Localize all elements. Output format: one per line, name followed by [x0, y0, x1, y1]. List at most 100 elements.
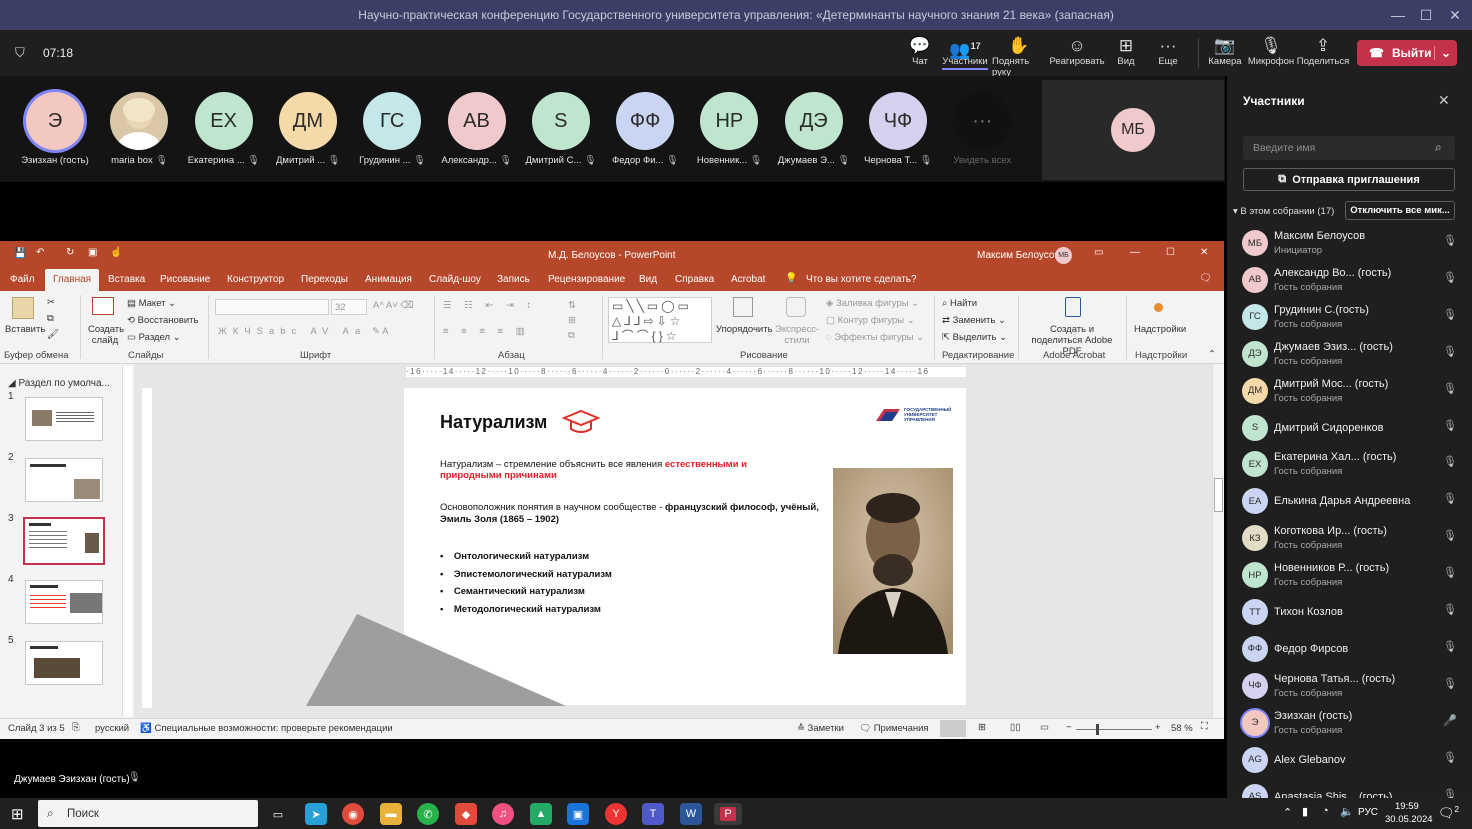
volume-icon[interactable]: 🔈	[1340, 805, 1354, 818]
tab-11[interactable]: Справка	[675, 274, 714, 285]
participant-tile[interactable]: ДМ Дмитрий ... 🎙	[265, 92, 351, 172]
slideshow-view-button[interactable]: ▭	[1040, 722, 1049, 733]
chat-button[interactable]: 💬 Чат	[895, 36, 945, 67]
raise-hand-button[interactable]: ✋ Поднять руку	[992, 36, 1046, 78]
mic-off-icon[interactable]: 🎙	[1443, 419, 1457, 432]
list-item[interactable]: Э Эзизхан (гость) Гость собрания 🎤	[1227, 706, 1472, 743]
share-button[interactable]: ⇪ Поделиться	[1297, 36, 1349, 67]
mic-off-icon[interactable]: 🎙	[1443, 640, 1457, 653]
copy-icon[interactable]: ⧉	[47, 313, 54, 324]
ppt-maximize-button[interactable]: ☐	[1166, 247, 1175, 258]
touch-icon[interactable]: ☝	[110, 247, 122, 258]
font-grow-icon[interactable]: A^ A˅ ⌫	[373, 300, 414, 311]
list-item[interactable]: АВ Александр Во... (гость) Гость собрания 🎙	[1227, 263, 1472, 300]
list-item[interactable]: НР Новенников Р... (гость) Гость собрания 🎙	[1227, 558, 1472, 595]
vertical-scrollbar[interactable]	[1212, 364, 1224, 718]
tell-me-search[interactable]: Что вы хотите сделать?	[806, 274, 917, 285]
shape-effects-button[interactable]: ◌ Эффекты фигуры ⌄	[826, 332, 924, 343]
participant-tile[interactable]: ЧФ Чернова Т... 🎙	[855, 92, 941, 172]
list-item[interactable]: ФФ Федор Фирсов 🎙	[1227, 632, 1472, 669]
list-item[interactable]: МБ Максим Белоусов Инициатор 🎙	[1227, 226, 1472, 263]
ppt-close-button[interactable]: ✕	[1200, 247, 1208, 258]
redo-icon[interactable]: ↻	[66, 247, 74, 258]
mute-all-button[interactable]: Отключить все мик...	[1345, 201, 1455, 220]
slideshow-icon[interactable]: ▣	[88, 247, 97, 258]
slide-thumbnail[interactable]	[25, 580, 103, 624]
clock-time[interactable]: 19:59	[1395, 801, 1419, 812]
participants-button[interactable]: 👥17 Участники	[940, 36, 990, 70]
slide-sorter-button[interactable]: ⊞	[978, 722, 986, 733]
text-direction-icon[interactable]: ⇅	[568, 300, 576, 311]
list-buttons[interactable]: ☰ ☷ ⇤ ⇥ ↕	[443, 300, 536, 311]
participant-tile[interactable]: ДЭ Джумаев Э... 🎙	[771, 92, 857, 172]
telegram-icon[interactable]: ➤	[305, 803, 327, 825]
mic-off-icon[interactable]: 🎙	[1443, 271, 1457, 284]
select-button[interactable]: ⇱ Выделить ⌄	[942, 332, 1007, 343]
find-button[interactable]: ⌕ Найти	[942, 298, 977, 309]
participant-tile[interactable]: S Дмитрий С... 🎙	[518, 92, 604, 172]
list-item[interactable]: AS Anastasia Shis... (гость) 🎙	[1227, 780, 1472, 799]
mic-off-icon[interactable]: 🎙	[1443, 788, 1457, 799]
mic-on-icon[interactable]: 🎤	[1443, 714, 1457, 727]
microphone-button[interactable]: 🎙 Микрофон	[1246, 36, 1296, 67]
list-item[interactable]: ДЭ Джумаев Эзиз... (гость) Гость собрания 🎙	[1227, 337, 1472, 374]
participant-tile[interactable]: АВ Александр... 🎙	[434, 92, 520, 172]
search-input[interactable]: Введите имя ⌕	[1243, 136, 1455, 160]
zoom-slider[interactable]	[1076, 729, 1152, 730]
fit-slide-icon[interactable]: ⛶	[1201, 721, 1208, 732]
font-format-buttons[interactable]: ЖКЧSabc AV Aa	[218, 326, 366, 337]
tab-7[interactable]: Слайд-шоу	[429, 274, 481, 285]
taskbar-search-box[interactable]: ⌕ Поиск	[38, 800, 258, 827]
tab-6[interactable]: Анимация	[365, 274, 412, 285]
whatsapp-icon[interactable]: ✆	[417, 803, 439, 825]
list-item[interactable]: ЕХ Екатерина Хал... (гость) Гость собрания…	[1227, 447, 1472, 484]
teams-icon[interactable]: T	[642, 803, 664, 825]
zoom-out-button[interactable]: −	[1066, 722, 1072, 733]
mic-off-icon[interactable]: 🎙	[1443, 308, 1457, 321]
close-window-button[interactable]: ✕	[1438, 0, 1472, 30]
anydesk-icon[interactable]: ◆	[455, 803, 477, 825]
format-painter-icon[interactable]: 🖌	[47, 329, 59, 340]
quick-styles-button[interactable]: Экспресс-стили	[775, 324, 819, 346]
new-slide-button[interactable]: Создать слайд	[88, 324, 124, 346]
tab-2[interactable]: Вставка	[108, 274, 145, 285]
camera-button[interactable]: 📷 Камера	[1200, 36, 1250, 67]
tab-12[interactable]: Acrobat	[731, 274, 765, 285]
store-icon[interactable]: ▣	[567, 803, 589, 825]
mic-off-icon[interactable]: 🎙	[1443, 345, 1457, 358]
thumbnails-scrollbar[interactable]	[122, 366, 132, 716]
zoom-in-button[interactable]: +	[1155, 722, 1161, 733]
in-meeting-section[interactable]: ▾ В этом собрании (17)	[1233, 206, 1334, 217]
collapse-ribbon-icon[interactable]: ⌃	[1208, 349, 1216, 360]
mic-off-icon[interactable]: 🎙	[1443, 603, 1457, 616]
notes-button[interactable]: ≙ Заметки	[797, 723, 844, 734]
slide-thumbnail[interactable]	[25, 458, 103, 502]
close-panel-icon[interactable]: ✕	[1438, 92, 1450, 109]
mic-off-icon[interactable]: 🎙	[1443, 751, 1457, 764]
align-buttons[interactable]: ≡ ≡ ≡ ≡ ▥	[443, 326, 530, 337]
undo-icon[interactable]: ↶	[36, 247, 44, 258]
align-text-icon[interactable]: ⊞	[568, 315, 576, 326]
chrome-icon[interactable]: ◉	[342, 803, 364, 825]
ppt-minimize-button[interactable]: —	[1130, 247, 1140, 258]
chevron-down-icon[interactable]: ⌄	[1433, 46, 1457, 60]
paste-button[interactable]: Вставить	[5, 324, 45, 335]
presenter-tile[interactable]: МБ	[1042, 80, 1224, 180]
arrange-button[interactable]: Упорядочить	[716, 324, 773, 335]
participant-tile[interactable]: ЕХ Екатерина ... 🎙	[181, 92, 267, 172]
more-button[interactable]: ··· Еще	[1143, 36, 1193, 67]
react-button[interactable]: ☺ Реагировать	[1049, 36, 1104, 67]
clock-date[interactable]: 30.05.2024	[1385, 814, 1433, 825]
tab-3[interactable]: Рисование	[160, 274, 210, 285]
see-all-button[interactable]: ··· Увидеть всех	[939, 92, 1025, 172]
mic-off-icon[interactable]: 🎙	[1443, 455, 1457, 468]
layout-button[interactable]: ▤ Макет ⌄	[127, 298, 176, 309]
mic-off-icon[interactable]: 🎙	[1443, 492, 1457, 505]
spellcheck-icon[interactable]: ⎘	[72, 722, 80, 733]
font-size-input[interactable]: 32	[331, 299, 367, 315]
replace-button[interactable]: ⇄ Заменить ⌄	[942, 315, 1006, 326]
shapes-gallery[interactable]: ▭╲╲▭◯▭ △⅃⅃⇨⇩☆ ⅃⌒⌒{}☆	[608, 297, 712, 343]
tab-1[interactable]: Главная	[45, 269, 100, 291]
accessibility-status[interactable]: ♿ Специальные возможности: проверьте рек…	[140, 723, 393, 734]
notifications-icon[interactable]: 🗨2	[1438, 805, 1459, 821]
